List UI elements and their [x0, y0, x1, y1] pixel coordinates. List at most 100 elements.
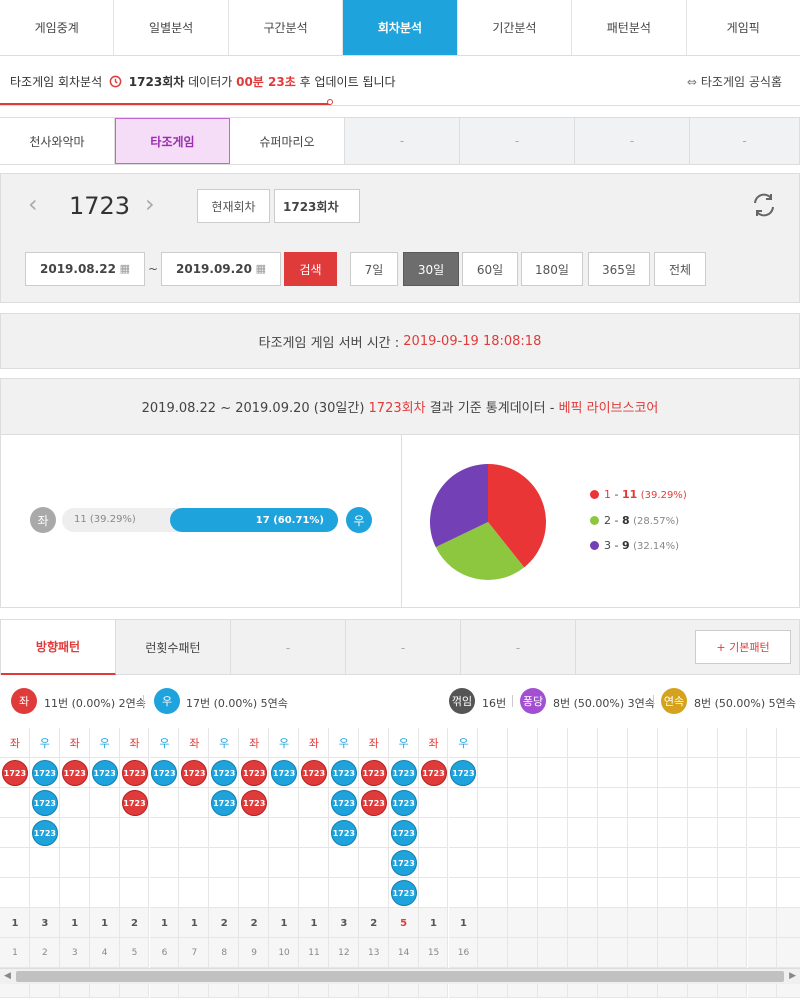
- game-tab-2[interactable]: 타조게임: [115, 118, 230, 164]
- game-tab-3[interactable]: 슈퍼마리오: [230, 118, 345, 164]
- next-round-arrow-icon[interactable]: ›: [145, 190, 155, 218]
- scroll-right-icon[interactable]: ▶: [789, 971, 796, 981]
- game-tab-6[interactable]: -: [575, 118, 690, 164]
- grid-cell: [657, 818, 688, 848]
- update-info-bar: 타조게임 회차분석 1723회차 데이터가 00분 23초 후 업데이트 됩니다…: [0, 56, 800, 106]
- flip-summary-badge: 꺾임: [449, 688, 475, 714]
- pattern-ball: 1723: [121, 760, 148, 786]
- grid-cell: [687, 818, 718, 848]
- period-button-4[interactable]: 180일: [521, 252, 583, 286]
- pie-legend-item-2: 2 - 8 (28.57%): [590, 514, 679, 527]
- pattern-ball: 1723: [31, 790, 58, 816]
- game-tab-5[interactable]: -: [460, 118, 575, 164]
- pattern-ball: 1723: [360, 790, 387, 816]
- official-home-link[interactable]: ⇔ 타조게임 공식홈: [687, 73, 782, 90]
- pattern-ball: 1723: [390, 760, 417, 786]
- top-tab-1[interactable]: 게임중계: [0, 0, 115, 55]
- grid-cell: [209, 818, 240, 848]
- direction-header: 좌: [9, 737, 20, 750]
- grid-cell: [747, 758, 778, 788]
- legend-percent: (32.14%): [633, 541, 680, 552]
- grid-cell: [328, 848, 359, 878]
- scrollbar-thumb[interactable]: [16, 971, 784, 982]
- grid-cell: [538, 878, 569, 908]
- continuous-summary-text: 8번 (50.00%) 5연속: [694, 697, 796, 710]
- grid-cell: [598, 818, 628, 848]
- grid-cell: [149, 818, 180, 848]
- game-tab-4[interactable]: -: [345, 118, 460, 164]
- calendar-icon: ▦: [119, 262, 130, 275]
- pattern-ball: 1723: [121, 790, 148, 816]
- grid-cell: [598, 908, 628, 938]
- direction-header: 좌: [69, 737, 80, 750]
- stats-range: 2019.08.22 ~ 2019.09.20 (30일간): [141, 401, 365, 416]
- grid-cell: [89, 878, 120, 908]
- basic-pattern-label: + 기본패턴: [716, 641, 770, 654]
- game-tab-1[interactable]: 천사와악마: [0, 118, 115, 164]
- current-round-button[interactable]: 현재회차: [197, 189, 270, 223]
- pattern-tab-2[interactable]: 런횟수패턴: [116, 620, 231, 675]
- period-button-2[interactable]: 30일: [403, 252, 459, 286]
- grid-cell: [627, 728, 658, 758]
- column-index: 9: [251, 948, 257, 958]
- pattern-ball: 1723: [390, 790, 417, 816]
- right-summary-badge: 우: [154, 688, 180, 714]
- top-tab-6[interactable]: 패턴분석: [572, 0, 687, 55]
- top-tab-4[interactable]: 회차분석: [343, 0, 458, 55]
- grid-cell: [777, 818, 800, 848]
- direction-header: 좌: [368, 737, 379, 750]
- grid-cell: [89, 818, 120, 848]
- pattern-tab-4[interactable]: -: [346, 620, 461, 675]
- grid-cell: [747, 878, 778, 908]
- top-tab-2[interactable]: 일별분석: [114, 0, 229, 55]
- grid-cell: [568, 758, 598, 788]
- end-date-input[interactable]: 2019.09.20 ▦: [161, 252, 281, 286]
- top-tab-5[interactable]: 기간분석: [457, 0, 573, 55]
- top-tab-7[interactable]: 게임픽: [686, 0, 800, 55]
- refresh-icon[interactable]: [750, 191, 778, 219]
- info-mid: 데이터가: [188, 75, 233, 89]
- grid-cell: [478, 758, 509, 788]
- grid-cell: [627, 938, 658, 968]
- column-index: 4: [101, 948, 108, 958]
- grid-cell: [478, 848, 509, 878]
- column-index: 13: [368, 948, 380, 958]
- grid-cell: [598, 938, 628, 968]
- grid-cell: [269, 878, 299, 908]
- game-tab-7[interactable]: -: [690, 118, 800, 164]
- stats-round: 1723회차: [368, 401, 426, 416]
- grid-cell: [568, 788, 598, 818]
- basic-pattern-button[interactable]: + 기본패턴: [695, 630, 791, 664]
- countdown-progress-bar: [0, 103, 330, 105]
- period-button-5[interactable]: 365일: [588, 252, 650, 286]
- scroll-left-icon[interactable]: ◀: [4, 971, 11, 981]
- period-button-1[interactable]: 7일: [350, 252, 398, 286]
- pattern-tab-bar: 방향패턴 런횟수패턴 - - -: [0, 619, 800, 675]
- horizontal-scrollbar[interactable]: ◀ ▶: [0, 968, 800, 984]
- stats-divider: [401, 435, 402, 608]
- period-button-6[interactable]: 전체: [654, 252, 706, 286]
- start-date-input[interactable]: 2019.08.22 ▦: [25, 252, 145, 286]
- grid-cell: [777, 728, 800, 758]
- pattern-tab-5[interactable]: -: [461, 620, 576, 675]
- pattern-ball: 1723: [271, 760, 298, 786]
- search-button[interactable]: 검색: [284, 252, 337, 286]
- grid-cell: [119, 878, 150, 908]
- pattern-tab-3[interactable]: -: [231, 620, 346, 675]
- grid-cell: [657, 758, 688, 788]
- pie-legend-item-1: 1 - 11 (39.29%): [590, 488, 687, 501]
- grid-cell: [747, 788, 778, 818]
- grid-cell: [358, 878, 389, 908]
- pattern-tab-1[interactable]: 방향패턴: [1, 620, 116, 675]
- grid-cell: [657, 788, 688, 818]
- round-input[interactable]: 1723회차: [274, 189, 360, 223]
- top-tab-3[interactable]: 구간분석: [228, 0, 344, 55]
- grid-cell: [508, 908, 539, 938]
- direction-header: 좌: [189, 737, 200, 750]
- prev-round-arrow-icon[interactable]: ‹: [28, 190, 38, 218]
- grid-cell: [777, 758, 800, 788]
- grid-cell: [508, 938, 539, 968]
- run-count: 1: [160, 917, 168, 929]
- grid-cell: [269, 788, 299, 818]
- period-button-3[interactable]: 60일: [462, 252, 518, 286]
